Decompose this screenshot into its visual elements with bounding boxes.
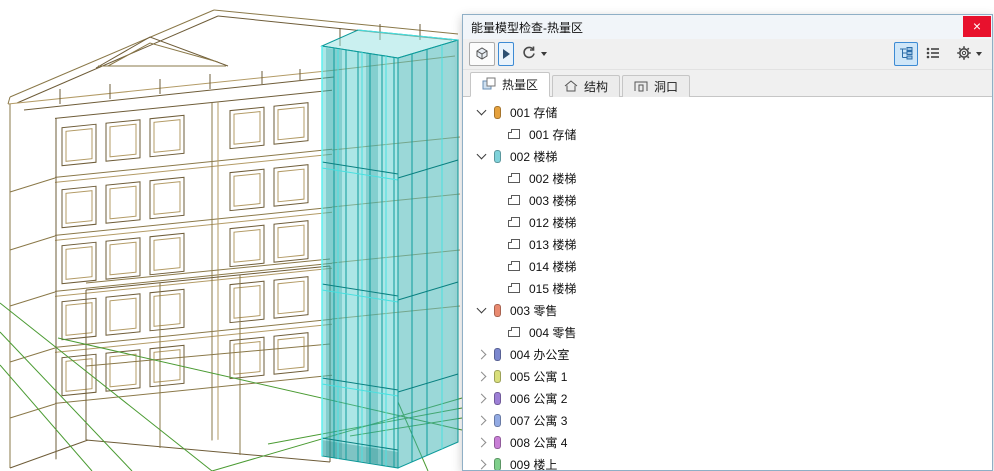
selected-zone-highlight[interactable]	[320, 29, 459, 469]
tree-group-row[interactable]: 004 办公室	[463, 343, 992, 365]
window-title: 能量模型检查-热量区	[471, 20, 583, 35]
tree-group-row[interactable]: 001 存储	[463, 101, 992, 123]
zone-color-swatch	[494, 435, 501, 449]
chevron-icon[interactable]	[476, 437, 487, 447]
tab-opening[interactable]: 洞口	[622, 75, 691, 97]
group-label: 008 公寓 4	[510, 435, 568, 450]
zone-color-swatch	[494, 149, 501, 163]
app-root: 能量模型检查-热量区 × 热量区 结构 洞口 001 存储 001 存储 002…	[0, 0, 994, 471]
zone-tree: 001 存储 001 存储 002 楼梯 002 楼梯 003 楼梯 012 楼…	[463, 97, 992, 470]
tree-group-row[interactable]: 007 公寓 3	[463, 409, 992, 431]
group-label: 004 办公室	[510, 347, 570, 362]
list-view-button[interactable]	[921, 42, 945, 66]
tree-child-row[interactable]: 013 楼梯	[463, 233, 992, 255]
tree-view-icon	[898, 46, 914, 63]
group-label: 007 公寓 3	[510, 413, 568, 428]
settings-button[interactable]	[952, 42, 986, 66]
tree-group-row[interactable]: 003 零售	[463, 299, 992, 321]
gear-icon	[956, 45, 972, 64]
group-label: 009 楼上	[510, 457, 558, 471]
group-label: 003 零售	[510, 303, 558, 318]
zone-color-swatch	[494, 457, 501, 470]
refresh-icon	[521, 45, 537, 64]
chevron-icon[interactable]	[476, 415, 487, 425]
tree-child-row[interactable]: 002 楼梯	[463, 167, 992, 189]
expand-run-button[interactable]	[498, 42, 514, 66]
tree-view-button[interactable]	[894, 42, 918, 66]
group-label: 002 楼梯	[510, 149, 558, 164]
front-facade-lines	[55, 89, 332, 460]
toolbar	[463, 39, 992, 70]
child-label: 013 楼梯	[529, 237, 577, 252]
group-label: 006 公寓 2	[510, 391, 568, 406]
child-label: 014 楼梯	[529, 259, 577, 274]
tab-thermal-zone[interactable]: 热量区	[470, 72, 551, 97]
zone-color-swatch	[494, 413, 501, 427]
tree-child-row[interactable]: 004 零售	[463, 321, 992, 343]
tree-child-row[interactable]: 001 存储	[463, 123, 992, 145]
thermal-zone-icon	[482, 77, 496, 93]
chevron-icon[interactable]	[476, 303, 487, 314]
tree-child-row[interactable]: 014 楼梯	[463, 255, 992, 277]
chevron-icon[interactable]	[476, 105, 487, 116]
tab-label: 热量区	[502, 78, 539, 92]
dropdown-arrow-icon	[541, 52, 547, 56]
close-button[interactable]: ×	[963, 16, 991, 37]
zone-color-swatch	[494, 303, 501, 317]
child-label: 004 零售	[529, 325, 577, 340]
left-facade-lines	[9, 104, 89, 469]
tab-label: 结构	[584, 80, 609, 94]
opening-icon	[634, 79, 648, 95]
zone-color-swatch	[494, 105, 501, 119]
child-label: 002 楼梯	[529, 171, 577, 186]
energy-review-window: 能量模型检查-热量区 × 热量区 结构 洞口 001 存储 001 存储 002…	[462, 14, 993, 471]
zone-stamp-icon	[507, 238, 521, 250]
tree-child-row[interactable]: 003 楼梯	[463, 189, 992, 211]
tab-bar: 热量区 结构 洞口	[463, 70, 992, 97]
tree-group-row[interactable]: 008 公寓 4	[463, 431, 992, 453]
tab-structure[interactable]: 结构	[552, 75, 621, 97]
chevron-icon[interactable]	[476, 149, 487, 160]
zone-stamp-icon	[507, 172, 521, 184]
house-icon	[564, 79, 578, 95]
play-icon	[502, 49, 510, 59]
zone-stamp-icon	[507, 260, 521, 272]
zone-stamp-icon	[507, 128, 521, 140]
zone-color-swatch	[494, 391, 501, 405]
tree-group-row[interactable]: 009 楼上	[463, 453, 992, 470]
tree-child-row[interactable]: 015 楼梯	[463, 277, 992, 299]
child-label: 003 楼梯	[529, 193, 577, 208]
model-update-button[interactable]	[469, 42, 495, 66]
tree-group-row[interactable]: 002 楼梯	[463, 145, 992, 167]
refresh-button[interactable]	[517, 42, 551, 66]
child-label: 015 楼梯	[529, 281, 577, 296]
list-view-icon	[925, 46, 941, 63]
zone-stamp-icon	[507, 194, 521, 206]
child-label: 001 存储	[529, 127, 577, 142]
chevron-icon[interactable]	[476, 349, 487, 359]
chevron-icon[interactable]	[476, 459, 487, 469]
zone-color-swatch	[494, 369, 501, 383]
window-titlebar[interactable]: 能量模型检查-热量区 ×	[463, 15, 992, 39]
tab-label: 洞口	[654, 80, 679, 94]
dropdown-arrow-icon	[976, 52, 982, 56]
group-label: 005 公寓 1	[510, 369, 568, 384]
zone-stamp-icon	[507, 326, 521, 338]
tree-group-row[interactable]: 005 公寓 1	[463, 365, 992, 387]
tree-child-row[interactable]: 012 楼梯	[463, 211, 992, 233]
zone-color-swatch	[494, 347, 501, 361]
zone-stamp-icon	[507, 282, 521, 294]
cube-icon	[473, 45, 491, 64]
chevron-icon[interactable]	[476, 393, 487, 403]
group-label: 001 存储	[510, 105, 558, 120]
zone-stamp-icon	[507, 216, 521, 228]
facade-windows	[61, 102, 309, 397]
child-label: 012 楼梯	[529, 215, 577, 230]
tree-group-row[interactable]: 006 公寓 2	[463, 387, 992, 409]
chevron-icon[interactable]	[476, 371, 487, 381]
